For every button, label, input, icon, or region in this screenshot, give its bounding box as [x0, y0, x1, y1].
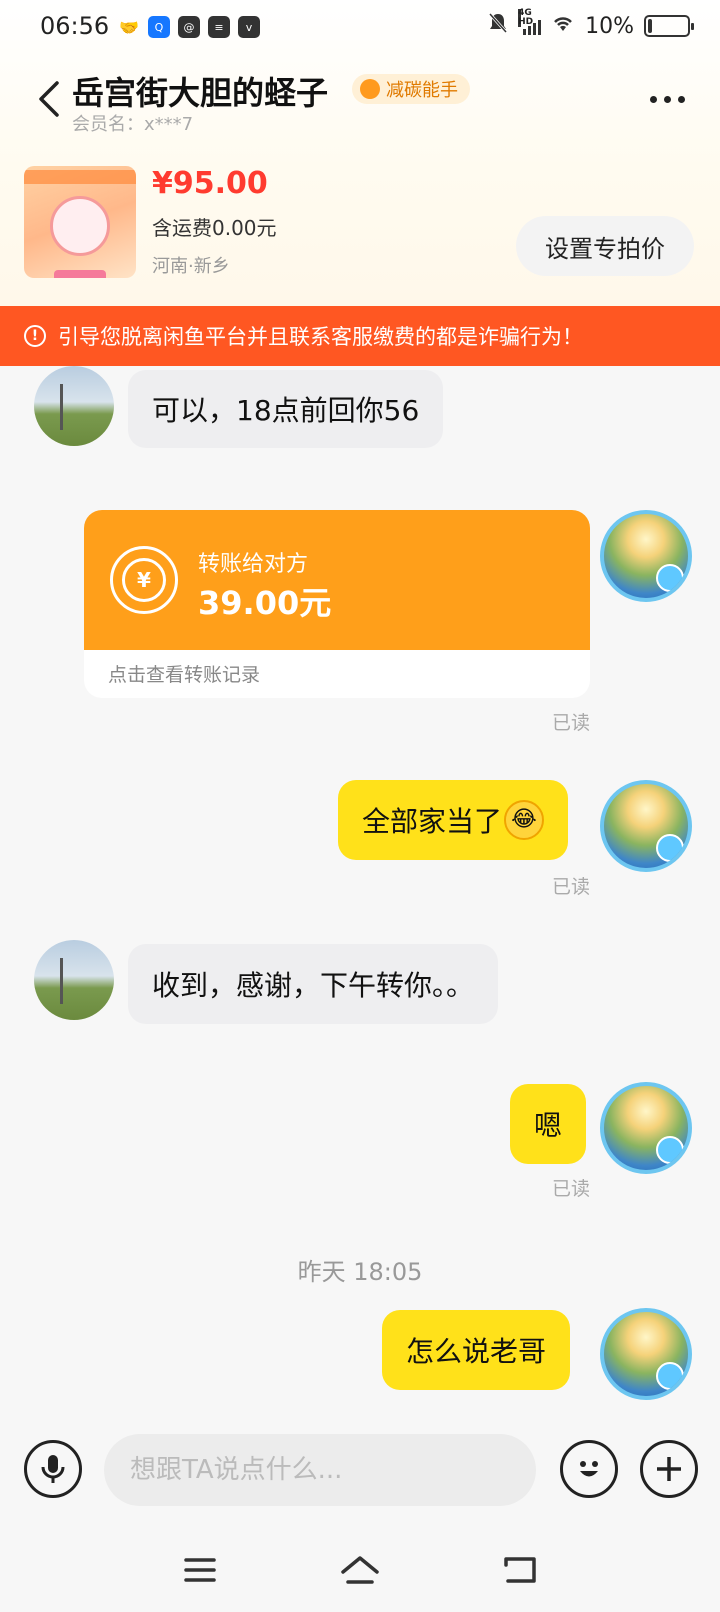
browser-icon: @: [178, 16, 200, 38]
message-bubble-sent[interactable]: 嗯: [510, 1084, 587, 1164]
back-button[interactable]: [30, 76, 66, 122]
product-price: ¥95.00: [152, 166, 268, 201]
message-input[interactable]: [104, 1434, 536, 1506]
add-button[interactable]: [640, 1440, 698, 1498]
plus-icon: [657, 1457, 681, 1481]
network-label: 4G HD: [518, 8, 534, 27]
message-bubble-received[interactable]: 收到，感谢，下午转你。。: [128, 944, 499, 1024]
leaf-icon: [360, 79, 380, 99]
input-bar: [0, 1410, 720, 1530]
message-text: 全部家当了: [362, 805, 503, 838]
message-bubble-sent[interactable]: 全部家当了 😂: [338, 780, 569, 860]
contact-avatar[interactable]: [34, 940, 114, 1020]
set-special-price-button[interactable]: 设置专拍价: [516, 216, 694, 276]
smiley-icon: [580, 1461, 598, 1477]
message-bubble-received[interactable]: 可以，18点前回你56: [128, 370, 444, 448]
vivo-icon: v: [238, 16, 260, 38]
signal-icon: 4G HD: [518, 9, 542, 35]
alert-icon: !: [24, 325, 46, 347]
back-nav-button[interactable]: [498, 1550, 542, 1590]
status-time: 06:56: [40, 12, 110, 40]
my-avatar[interactable]: [600, 1308, 692, 1400]
transfer-amount: 39.00元: [198, 584, 332, 622]
status-right: 4G HD 10%: [488, 9, 694, 40]
message-bubble-sent[interactable]: 怎么说老哥: [382, 1310, 571, 1390]
contact-avatar[interactable]: [34, 366, 114, 446]
system-nav-bar: [0, 1530, 720, 1612]
product-thumbnail[interactable]: [24, 166, 136, 278]
voice-button[interactable]: [24, 1440, 82, 1498]
home-icon: [341, 1556, 379, 1584]
warning-text: 引导您脱离闲鱼平台并且联系客服缴费的都是诈骗行为！: [58, 325, 583, 349]
user-badge: 减碳能手: [352, 74, 470, 104]
read-receipt: 已读: [552, 876, 591, 898]
home-nav-button[interactable]: [338, 1550, 382, 1590]
qq-icon: Q: [148, 16, 170, 38]
page-title: 岳宫街大胆的蛏子: [72, 74, 329, 112]
time-divider: 昨天 18:05: [297, 1258, 423, 1286]
product-location: 河南·新乡: [152, 256, 230, 277]
crying-laughing-emoji-icon: 😂: [504, 800, 545, 840]
transfer-label: 转账给对方: [198, 552, 309, 577]
emoji-button[interactable]: [560, 1440, 618, 1498]
status-notification-icons: 🤝 Q @ ≡ v: [118, 16, 260, 38]
my-avatar[interactable]: [600, 780, 692, 872]
return-icon: [504, 1557, 536, 1583]
storage-icon: ≡: [208, 16, 230, 38]
more-options-button[interactable]: [642, 84, 692, 114]
chat-area[interactable]: 可以，18点前回你56 ¥ 转账给对方 39.00元 点击查看转账记录 已读 全…: [0, 366, 720, 1410]
read-receipt: 已读: [552, 1178, 591, 1200]
shipping-fee: 含运费0.00元: [152, 216, 277, 240]
menu-icon: [184, 1558, 216, 1582]
badge-label: 减碳能手: [386, 80, 458, 101]
battery-icon: [644, 15, 694, 37]
microphone-icon: [41, 1455, 65, 1483]
read-receipt: 已读: [552, 712, 591, 734]
menu-nav-button[interactable]: [178, 1550, 222, 1590]
my-avatar[interactable]: [600, 510, 692, 602]
handshake-icon: 🤝: [119, 17, 139, 37]
my-avatar[interactable]: [600, 1082, 692, 1174]
wifi-icon: [551, 13, 575, 39]
battery-percent: 10%: [585, 13, 634, 39]
member-name: 会员名：x***7: [72, 114, 194, 135]
fraud-warning-banner: ! 引导您脱离闲鱼平台并且联系客服缴费的都是诈骗行为！: [0, 306, 720, 366]
transfer-card[interactable]: ¥ 转账给对方 39.00元 点击查看转账记录: [84, 510, 590, 698]
chevron-left-icon: [39, 81, 59, 117]
yuan-icon: ¥: [110, 546, 178, 614]
status-bar: 06:56 🤝 Q @ ≡ v 4G HD 10%: [0, 0, 720, 56]
transfer-record-link[interactable]: 点击查看转账记录: [108, 660, 260, 687]
mute-icon: [488, 12, 508, 40]
